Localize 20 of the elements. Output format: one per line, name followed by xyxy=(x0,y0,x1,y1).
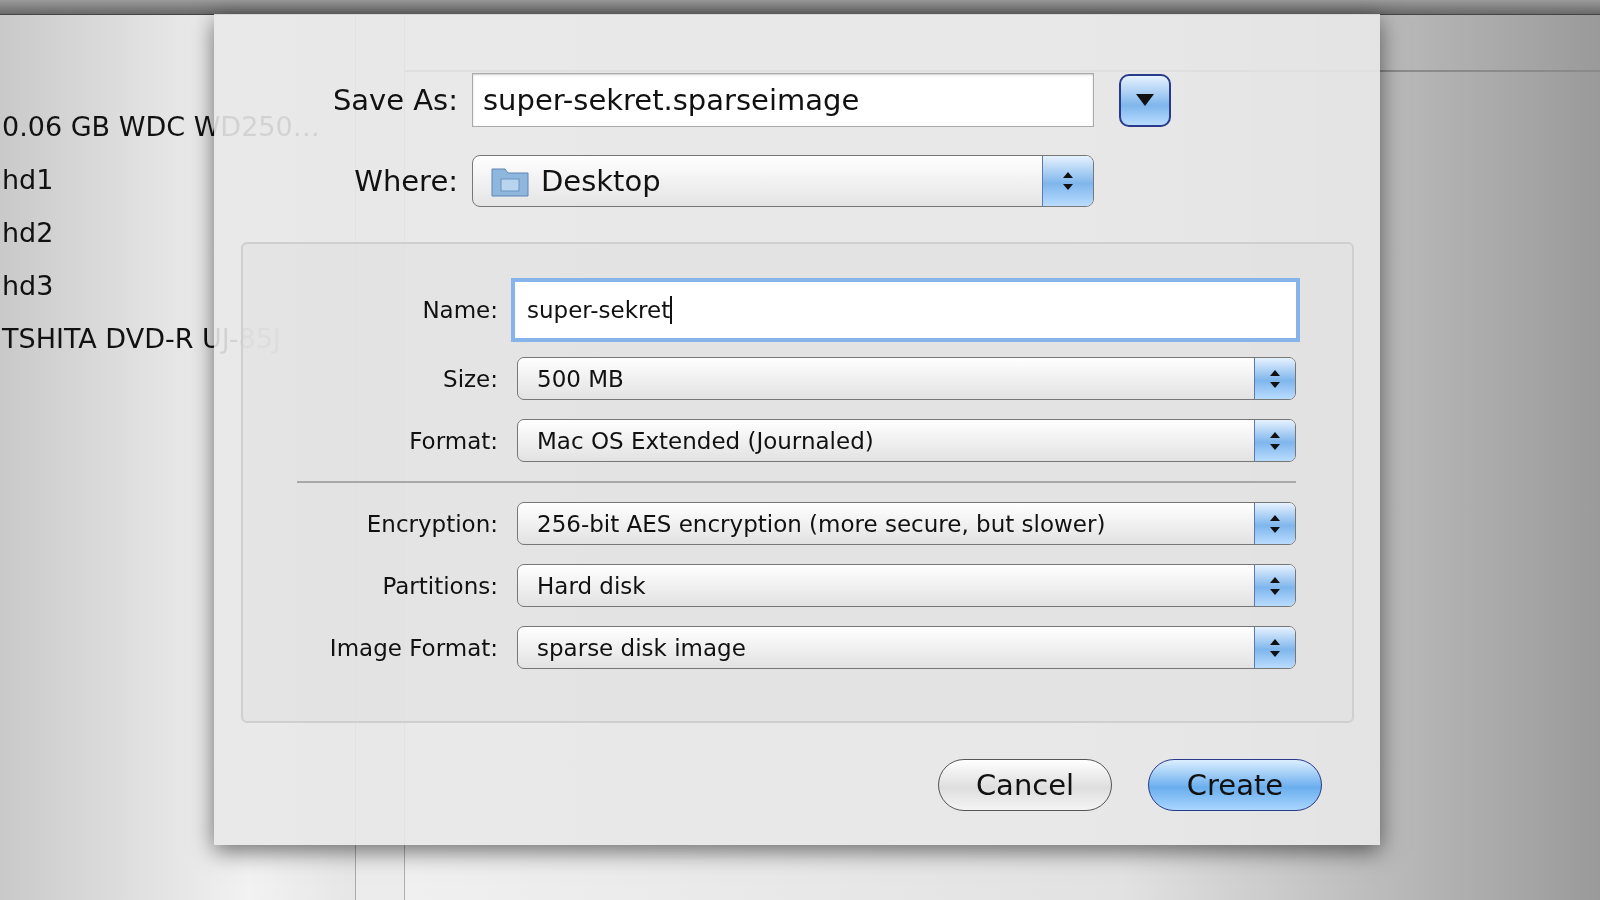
triangle-down-icon xyxy=(1134,92,1156,108)
field-label: Image Format: xyxy=(328,634,499,661)
where-popup[interactable]: Desktop xyxy=(472,155,1094,207)
popup-menu[interactable]: 256-bit AES encryption (more secure, but slower) xyxy=(517,502,1296,545)
field-label: Partitions: xyxy=(381,572,499,599)
field-label: Size: xyxy=(442,365,499,392)
where-label: Where: xyxy=(353,164,459,198)
popup-menu[interactable]: Hard disk xyxy=(517,564,1296,607)
save-as-field[interactable]: super-sekret.sparseimage xyxy=(472,73,1094,127)
folder-icon xyxy=(491,165,529,197)
field-label: Encryption: xyxy=(365,510,499,537)
field-label: Name: xyxy=(421,297,499,323)
expand-button[interactable] xyxy=(1119,73,1171,127)
save-as-label: Save As: xyxy=(331,83,459,117)
field-label: Format: xyxy=(408,427,499,454)
dialog-button[interactable]: Cancel xyxy=(938,759,1112,811)
popup-menu[interactable]: Mac OS Extended (Journaled) xyxy=(517,419,1296,462)
dialog-button[interactable]: Create xyxy=(1148,759,1322,811)
popup-menu[interactable]: 500 MB xyxy=(517,357,1296,400)
popup-menu[interactable]: sparse disk image xyxy=(517,626,1296,669)
